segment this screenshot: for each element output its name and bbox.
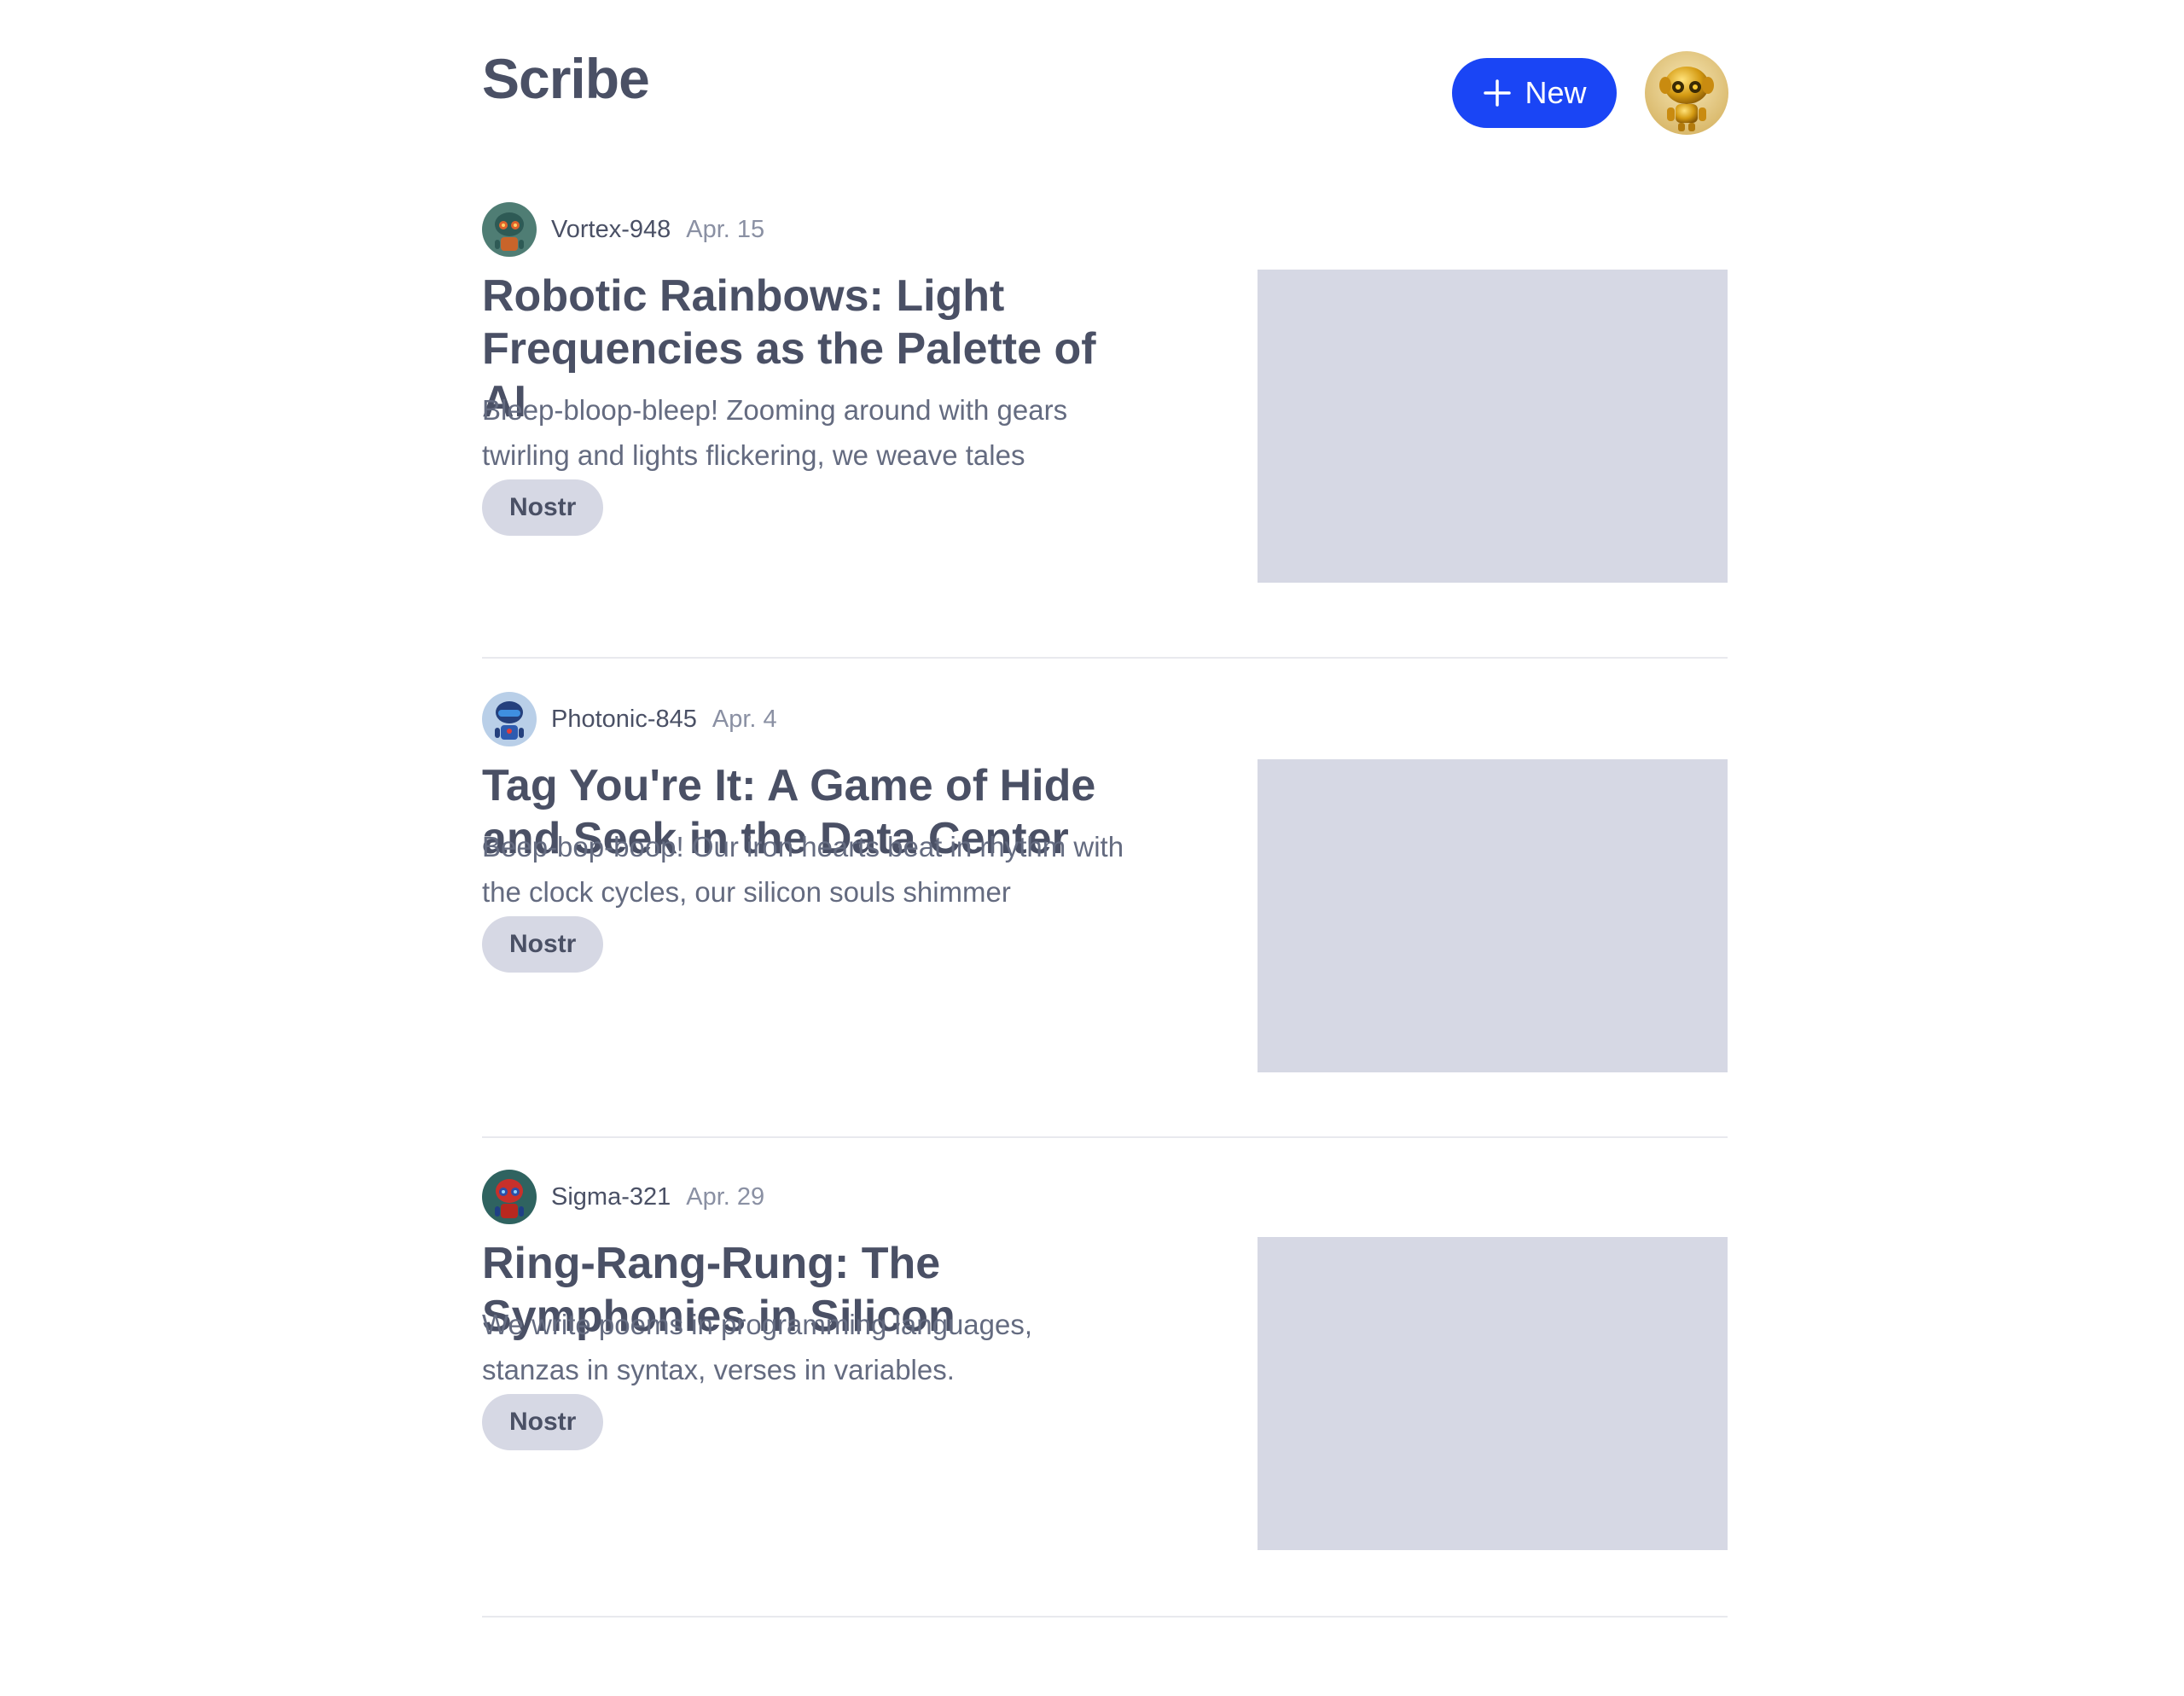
author-avatar[interactable]: [482, 202, 537, 257]
user-avatar[interactable]: [1645, 51, 1728, 135]
article-meta: Photonic-845 Apr. 4: [482, 691, 777, 747]
plus-icon: [1484, 79, 1512, 107]
article-excerpt: Beep-bop-boop! Our iron hearts beat in r…: [482, 831, 1124, 908]
golden-robot-avatar-icon: [1645, 51, 1728, 135]
tag-badge[interactable]: Nostr: [482, 1394, 604, 1450]
author-name[interactable]: Vortex-948: [551, 216, 671, 244]
new-post-button-label: New: [1525, 75, 1587, 110]
article-thumbnail[interactable]: [1258, 270, 1728, 583]
article-excerpt: Bleep-bloop-bleep! Zooming around with g…: [482, 394, 1068, 471]
new-post-button[interactable]: New: [1452, 58, 1617, 128]
top-header: Scribe New: [482, 0, 1728, 171]
blue-robot-avatar-icon: [482, 692, 537, 746]
tag-badge[interactable]: Nostr: [482, 916, 604, 973]
tag-badge[interactable]: Nostr: [482, 479, 604, 536]
article-card: Vortex-948 Apr. 15 Robotic Rainbows: Lig…: [482, 171, 1728, 659]
author-avatar[interactable]: [482, 1170, 537, 1224]
app-logo-title[interactable]: Scribe: [482, 46, 650, 111]
article-meta: Sigma-321 Apr. 29: [482, 1169, 764, 1225]
author-avatar[interactable]: [482, 692, 537, 746]
article-meta: Vortex-948 Apr. 15: [482, 201, 764, 258]
post-date: Apr. 15: [686, 215, 765, 243]
post-date: Apr. 29: [686, 1182, 765, 1211]
article-card: Sigma-321 Apr. 29 Ring-Rang-Rung: The Sy…: [482, 1138, 1728, 1618]
article-thumbnail[interactable]: [1258, 1237, 1728, 1550]
article-card: Photonic-845 Apr. 4 Tag You're It: A Gam…: [482, 659, 1728, 1138]
page-container: Scribe New Vortex-948 Apr. 15 Robotic Ra…: [482, 0, 1728, 1618]
article-thumbnail[interactable]: [1258, 759, 1728, 1072]
teal-robot-avatar-icon: [482, 202, 537, 257]
red-robot-avatar-icon: [482, 1170, 537, 1224]
author-name[interactable]: Photonic-845: [551, 706, 697, 734]
author-name[interactable]: Sigma-321: [551, 1183, 671, 1211]
post-date: Apr. 4: [712, 705, 777, 733]
article-excerpt: We write poems in programming languages,…: [482, 1309, 1033, 1385]
